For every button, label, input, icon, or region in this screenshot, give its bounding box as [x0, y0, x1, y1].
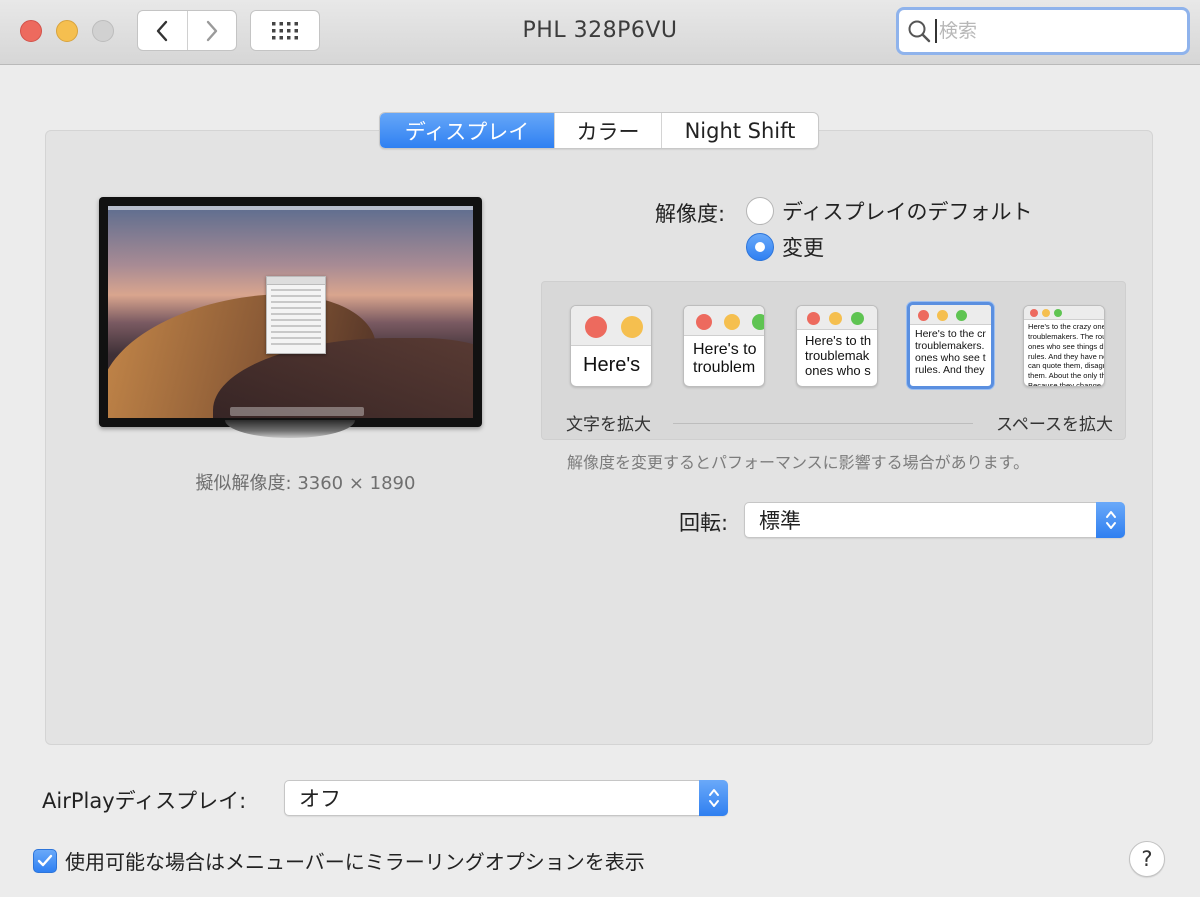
- search-field[interactable]: [896, 7, 1190, 55]
- rotation-popup-stepper[interactable]: [1096, 502, 1125, 538]
- scale-options: Here's Here's to troublem Here's to th t…: [541, 281, 1126, 440]
- tab-bar: ディスプレイ カラー Night Shift: [379, 112, 819, 149]
- scale-sample-text: Here's to the cr troublemakers. ones who…: [915, 328, 986, 377]
- airplay-select[interactable]: オフ: [284, 780, 728, 816]
- search-icon: [908, 20, 931, 43]
- tab-night-shift[interactable]: Night Shift: [661, 113, 818, 148]
- scale-sample-text: Here's to th troublemak ones who s: [805, 333, 872, 378]
- scale-sample-text: Here's to the crazy ones troublemakers. …: [1028, 322, 1104, 387]
- display-preview: [99, 197, 482, 427]
- resolution-option-label: 変更: [782, 236, 824, 260]
- search-input[interactable]: [935, 19, 1175, 43]
- updown-chevron-icon: [708, 789, 719, 807]
- checkmark-icon: [37, 854, 53, 866]
- radio-button[interactable]: [746, 197, 774, 225]
- pseudo-resolution-label: 擬似解像度: 3360 × 1890: [195, 473, 416, 494]
- performance-note: 解像度を変更するとパフォーマンスに影響する場合があります。: [567, 453, 1030, 472]
- scale-option-1[interactable]: Here's: [570, 305, 652, 387]
- radio-button-selected[interactable]: [746, 233, 774, 261]
- scale-sample-text: Here's to troublem: [693, 341, 757, 377]
- resolution-option-label: ディスプレイのデフォルト: [782, 200, 1033, 224]
- scale-sample-text: Here's: [583, 354, 641, 376]
- updown-chevron-icon: [1105, 511, 1116, 529]
- rotation-value: 標準: [759, 509, 801, 533]
- airplay-label: AirPlayディスプレイ:: [42, 789, 247, 813]
- mirror-option-checkbox[interactable]: [33, 848, 57, 873]
- preview-window-thumbnail: [266, 276, 326, 354]
- scale-divider: [673, 423, 973, 424]
- airplay-popup-stepper[interactable]: [699, 780, 728, 816]
- help-button[interactable]: ?: [1129, 841, 1165, 877]
- scale-option-3[interactable]: Here's to th troublemak ones who s: [796, 305, 878, 387]
- rotation-label: 回転:: [679, 511, 729, 535]
- resolution-label: 解像度:: [655, 202, 726, 226]
- airplay-value: オフ: [299, 787, 341, 811]
- tab-color[interactable]: カラー: [554, 113, 661, 148]
- rotation-select[interactable]: 標準: [744, 502, 1125, 538]
- mirror-option-row[interactable]: 使用可能な場合はメニューバーにミラーリングオプションを表示: [33, 846, 645, 875]
- title-bar: PHL 328P6VU: [0, 0, 1200, 65]
- more-space-label: スペースを拡大: [996, 415, 1113, 435]
- mirror-option-label: 使用可能な場合はメニューバーにミラーリングオプションを表示: [65, 850, 645, 874]
- tab-display[interactable]: ディスプレイ: [380, 113, 554, 148]
- scale-option-2[interactable]: Here's to troublem: [683, 305, 765, 387]
- larger-text-label: 文字を拡大: [566, 415, 651, 435]
- scale-option-5[interactable]: Here's to the crazy ones troublemakers. …: [1023, 305, 1105, 387]
- desktop-wallpaper-preview: [108, 206, 473, 418]
- resolution-option-scaled[interactable]: 変更: [746, 232, 824, 262]
- dock-preview: [230, 407, 364, 416]
- resolution-option-default[interactable]: ディスプレイのデフォルト: [746, 196, 1033, 226]
- scale-option-4-selected[interactable]: Here's to the cr troublemakers. ones who…: [907, 302, 994, 389]
